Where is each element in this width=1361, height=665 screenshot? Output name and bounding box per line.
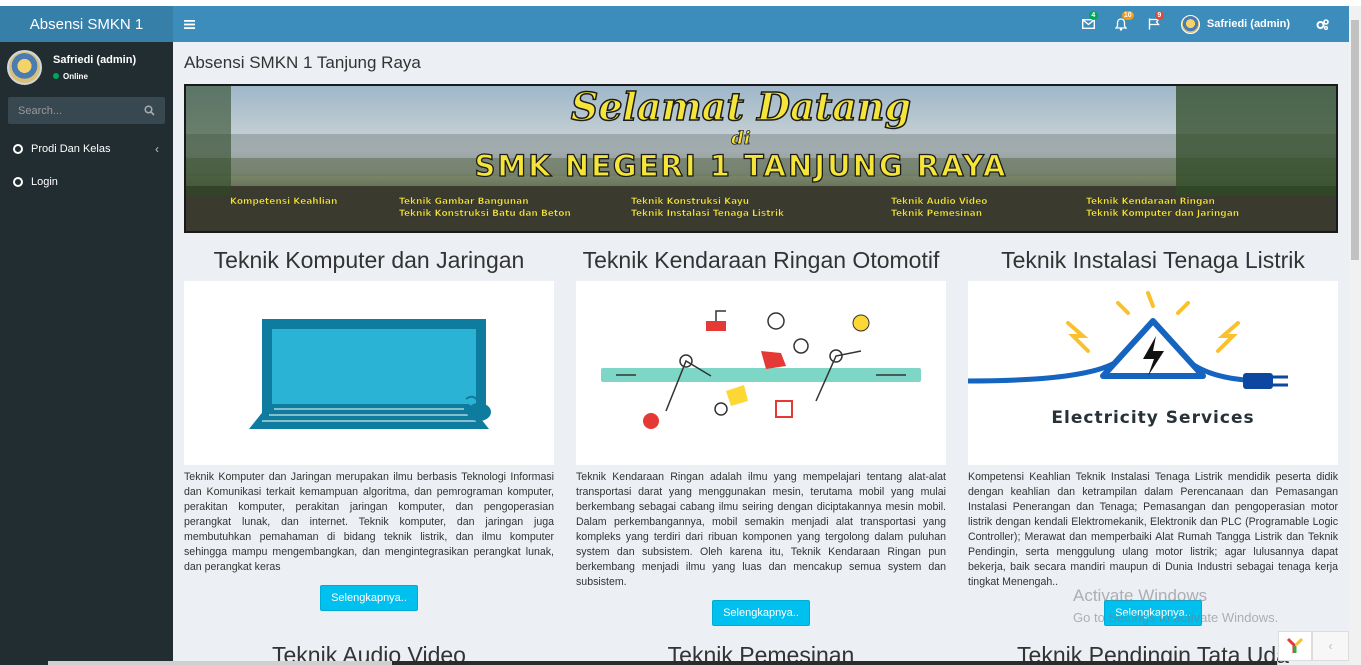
circle-icon (13, 176, 23, 187)
robot-arm-icon (601, 310, 921, 429)
electricity-caption: Electricity Services (1051, 408, 1254, 428)
activate-windows-subtitle: Go to Settings to activate Windows. (1073, 610, 1279, 625)
avatar (1180, 14, 1200, 34)
banner-program: Teknik Kendaraan Ringan (1086, 197, 1215, 207)
status-indicator: Online (53, 72, 136, 81)
banner-program-label: Kompetensi Keahlian (230, 197, 337, 207)
computer-icon (249, 319, 491, 429)
status-label: Online (63, 71, 88, 81)
notifications-button[interactable]: 10 (1105, 6, 1138, 42)
online-dot-icon (53, 73, 59, 79)
page-title: Absensi SMKN 1 Tanjung Raya (184, 53, 421, 72)
notifications-badge: 10 (1121, 11, 1134, 20)
computer-image (184, 281, 554, 465)
gears-icon (1316, 18, 1329, 30)
card-title: Teknik Instalasi Tenaga Listrik (1001, 247, 1305, 273)
app-logo-icon (1286, 637, 1304, 653)
banner-program: Teknik Audio Video (891, 197, 987, 207)
vertical-scrollbar[interactable] (1349, 6, 1361, 665)
electricity-image: Electricity Services (968, 281, 1338, 465)
sidebar: Safriedi (admin) Online Prodi Dan Kelas … (0, 42, 173, 665)
sidebar-item-label: Login (31, 175, 58, 188)
banner-line1: Selamat Datang (571, 86, 911, 129)
card-description: Teknik Komputer dan Jaringan merupakan i… (184, 471, 554, 573)
content-wrapper: Absensi SMKN 1 Tanjung Raya Selamat Data… (173, 42, 1349, 665)
banner-program: Teknik Pemesinan (891, 209, 982, 219)
sidebar-search (8, 97, 165, 124)
banner-program: Teknik Konstruksi Kayu (631, 197, 749, 207)
scrollbar-thumb[interactable] (392, 661, 1277, 665)
automation-image (576, 281, 946, 465)
welcome-banner: Selamat Datang di SMK NEGERI 1 TANJUNG R… (184, 84, 1338, 233)
sidebar-toggle-button[interactable] (173, 6, 205, 42)
envelope-icon (1081, 19, 1095, 29)
sidebar-menu: Prodi Dan Kelas ‹ Login (0, 132, 173, 198)
chevron-left-icon: ‹ (1328, 639, 1333, 653)
search-icon[interactable] (144, 105, 155, 116)
banner-program: Teknik Konstruksi Batu dan Beton (399, 209, 571, 219)
banner-line2: di (731, 128, 751, 149)
banner-line3: SMK NEGERI 1 TANJUNG RAYA (475, 149, 1008, 183)
activate-windows-title: Activate Windows (1073, 586, 1208, 605)
chevron-left-icon: ‹ (155, 141, 159, 156)
card-description: Teknik Kendaraan Ringan adalah ilmu yang… (576, 471, 946, 588)
card-description: Kompetensi Keahlian Teknik Instalasi Ten… (968, 471, 1338, 588)
sidebar-item-prodi-dan-kelas[interactable]: Prodi Dan Kelas ‹ (0, 132, 173, 165)
header-user-name: Safriedi (admin) (1206, 18, 1290, 30)
scrollbar-thumb[interactable] (1351, 20, 1359, 260)
floating-app-button[interactable] (1278, 631, 1312, 661)
program-card: Teknik Komputer dan Jaringan Teknik Komp… (184, 246, 554, 611)
navbar-right: 4 10 9 Safriedi (admin) (1072, 6, 1339, 42)
avatar (7, 49, 42, 85)
user-panel: Safriedi (admin) Online (0, 42, 173, 92)
collapse-button[interactable]: ‹ (1312, 631, 1349, 661)
read-more-button[interactable]: Selengkapnya.. (712, 600, 810, 626)
messages-badge: 4 (1088, 11, 1098, 20)
program-card: Teknik Kendaraan Ringan Otomotif Teknik … (576, 246, 946, 626)
sidebar-item-label: Prodi Dan Kelas (31, 142, 111, 155)
banner-image: Selamat Datang di SMK NEGERI 1 TANJUNG R… (186, 86, 1336, 231)
sidebar-item-login[interactable]: Login (0, 165, 173, 198)
control-sidebar-button[interactable] (1306, 6, 1339, 42)
hamburger-icon (183, 19, 195, 29)
electricity-icon: Electricity Services (968, 291, 1288, 428)
banner-program: Teknik Instalasi Tenaga Listrik (631, 209, 785, 219)
app-logo[interactable]: Absensi SMKN 1 (0, 6, 173, 42)
card-title: Teknik Komputer dan Jaringan (213, 247, 525, 273)
circle-icon (13, 143, 23, 154)
search-input[interactable] (18, 104, 128, 117)
tasks-button[interactable]: 9 (1138, 6, 1171, 42)
read-more-button[interactable]: Selengkapnya.. (320, 585, 418, 611)
user-info: Safriedi (admin) Online (53, 54, 136, 81)
card-title: Teknik Kendaraan Ringan Otomotif (582, 247, 940, 273)
navbar: 4 10 9 Safriedi (admin) (173, 6, 1349, 42)
tasks-badge: 9 (1154, 11, 1164, 20)
user-menu[interactable]: Safriedi (admin) (1171, 6, 1306, 42)
main-header: Absensi SMKN 1 4 10 9 Safriedi (admin) (0, 6, 1349, 42)
messages-button[interactable]: 4 (1072, 6, 1105, 42)
sidebar-user-name: Safriedi (admin) (53, 53, 137, 66)
banner-program: Teknik Komputer dan Jaringan (1086, 209, 1239, 219)
banner-program: Teknik Gambar Bangunan (399, 197, 529, 207)
program-card: Teknik Instalasi Tenaga Listrik Electric… (968, 246, 1338, 626)
